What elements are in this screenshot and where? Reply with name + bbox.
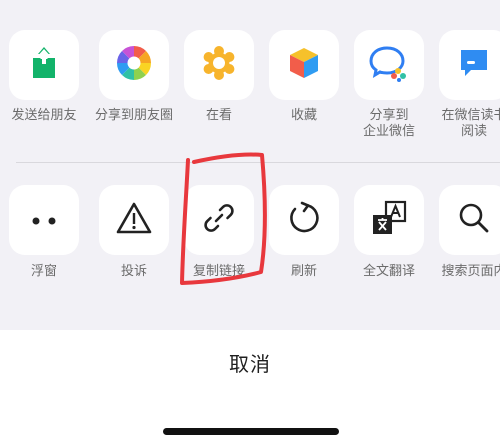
share-sheet: 发送给朋友 分享到朋友圈 在看 收藏 分享到 企业微信 在微信读书 阅读 浮窗 …: [0, 0, 500, 443]
cancel-area[interactable]: [0, 330, 500, 443]
weread-icon: [457, 46, 491, 84]
link-icon: [201, 200, 237, 240]
floating-window-tile[interactable]: [9, 185, 79, 255]
wow-icon: [201, 45, 237, 85]
share-row: 发送给朋友 分享到朋友圈 在看 收藏 分享到 企业微信 在微信读书 阅读: [0, 0, 500, 150]
search-page-tile[interactable]: [439, 185, 500, 255]
refresh-tile[interactable]: [269, 185, 339, 255]
cancel-button[interactable]: 取消: [0, 348, 500, 377]
action-item-label: 搜索页面内: [441, 264, 500, 279]
wecom-icon: [369, 44, 409, 86]
wecom-tile[interactable]: [354, 30, 424, 100]
translate-tile[interactable]: [354, 185, 424, 255]
favorites-tile[interactable]: [269, 30, 339, 100]
report-warning-icon: [116, 201, 152, 239]
search-icon: [456, 200, 492, 240]
moments-icon: [115, 44, 153, 86]
wow-tile[interactable]: [184, 30, 254, 100]
report-tile[interactable]: [99, 185, 169, 255]
action-row: 浮窗 投诉 复制链接 刷新 全文翻译 搜索页面内: [0, 160, 500, 310]
weread-tile[interactable]: [439, 30, 500, 100]
copy-link-tile[interactable]: [184, 185, 254, 255]
send-to-friend-icon: [27, 46, 61, 84]
floating-window-icon: [27, 211, 61, 230]
home-indicator: [163, 428, 339, 435]
translate-icon: [370, 199, 408, 241]
share-item-label: 在微信读书 阅读: [441, 108, 500, 139]
favorites-cube-icon: [287, 46, 321, 84]
refresh-icon: [286, 200, 322, 240]
moments-tile[interactable]: [99, 30, 169, 100]
send-to-friend-tile[interactable]: [9, 30, 79, 100]
